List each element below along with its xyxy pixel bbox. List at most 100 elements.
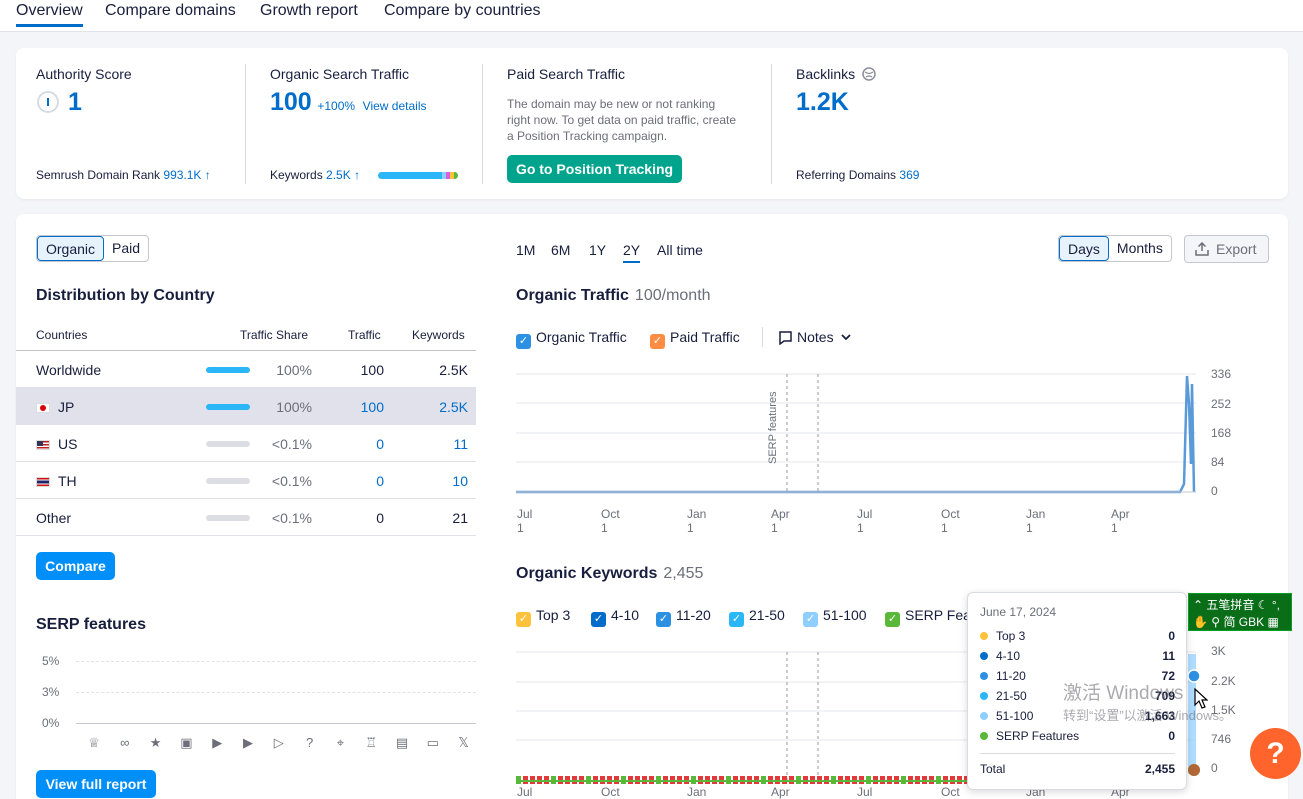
faq-icon[interactable]: ?: [302, 735, 318, 750]
range-6m[interactable]: 6M: [551, 242, 570, 258]
notes-dropdown[interactable]: Notes: [778, 329, 852, 346]
col-countries: Countries: [36, 328, 88, 342]
video-icon[interactable]: ▶: [240, 735, 256, 751]
referring-domains-value[interactable]: 369: [899, 168, 919, 182]
divider: [771, 64, 772, 184]
table-row[interactable]: US <0.1% 0 11: [16, 425, 476, 462]
export-label: Export: [1216, 241, 1257, 257]
legend-11-20[interactable]: ✓ 11-20: [656, 607, 711, 627]
x-axis-label: Oct 1: [941, 507, 960, 535]
col-traffic-share[interactable]: Traffic Share: [240, 328, 308, 342]
x-axis-label: Jul 1: [857, 507, 873, 535]
search-icon[interactable]: ⚲: [1211, 615, 1220, 629]
gridline: [76, 723, 476, 724]
ime-toolbar[interactable]: ⌃ 五笔拼音 ☾ °, ✋ ⚲ 简 GBK ▦: [1188, 593, 1292, 631]
traffic-value[interactable]: 100: [361, 399, 384, 415]
paid-traffic-block: Paid Search Traffic The domain may be ne…: [507, 48, 767, 199]
backlinks-value[interactable]: 1.2K: [796, 88, 849, 117]
legend-paid-traffic[interactable]: ✓ Paid Traffic: [650, 329, 740, 349]
top-nav: Overview Compare domains Growth report C…: [0, 0, 1303, 32]
backlinks-label: Backlinks: [796, 66, 876, 82]
table-row[interactable]: Other <0.1% 0 21: [16, 499, 476, 536]
keywords-value[interactable]: 2.5K: [326, 168, 351, 182]
tab-compare-by-countries[interactable]: Compare by countries: [384, 2, 541, 20]
traffic-value[interactable]: 0: [376, 473, 384, 489]
view-full-report-button[interactable]: View full report: [36, 770, 156, 798]
play-circle-icon[interactable]: ▷: [271, 735, 287, 751]
hand-icon[interactable]: ✋: [1193, 615, 1208, 629]
country-name[interactable]: US: [36, 436, 77, 452]
col-traffic[interactable]: Traffic: [348, 328, 381, 342]
export-button[interactable]: Export: [1184, 235, 1269, 263]
x-icon[interactable]: 𝕏: [456, 735, 472, 751]
range-all-time[interactable]: All time: [657, 242, 703, 258]
organic-traffic-value[interactable]: 100: [270, 88, 312, 116]
location-icon[interactable]: ⌖: [332, 735, 348, 751]
country-name[interactable]: JP: [36, 399, 74, 415]
legend-top3[interactable]: ✓ Top 3: [516, 607, 570, 627]
authority-score-gauge-icon: [37, 91, 59, 113]
tooltip-row: SERP Features 0: [980, 729, 1175, 743]
hover-point: [1188, 764, 1200, 776]
range-2y[interactable]: 2Y: [623, 242, 641, 263]
col-keywords[interactable]: Keywords: [412, 328, 465, 342]
tab-compare-domains[interactable]: Compare domains: [105, 2, 236, 20]
graduation-cap-icon[interactable]: ♖: [363, 735, 379, 751]
table-row[interactable]: Worldwide 100% 100 2.5K: [16, 351, 476, 388]
help-button[interactable]: ?: [1250, 728, 1301, 779]
chevron-down-icon: [841, 334, 852, 341]
legend-organic-traffic[interactable]: ✓ Organic Traffic: [516, 329, 627, 349]
go-to-position-tracking-button[interactable]: Go to Position Tracking: [507, 155, 682, 183]
moon-icon[interactable]: ☾: [1258, 598, 1269, 612]
country-name[interactable]: TH: [36, 473, 77, 489]
legend-dot-icon: [980, 672, 988, 680]
expand-icon[interactable]: ⌃: [1193, 598, 1203, 612]
keywords-value[interactable]: 2.5K: [439, 399, 468, 415]
organic-keywords-chart-subtitle: 2,455: [663, 565, 704, 582]
globe-icon[interactable]: [862, 67, 876, 81]
authority-score-value[interactable]: 1: [68, 88, 82, 117]
traffic-share: 100%: [276, 362, 312, 378]
tab-overview[interactable]: Overview: [16, 2, 83, 27]
punctuation-icon[interactable]: °,: [1272, 598, 1280, 612]
x-axis-label: Jul 1: [857, 785, 873, 799]
toggle-days[interactable]: Days: [1059, 236, 1109, 261]
legend-51-100[interactable]: ✓ 51-100: [803, 607, 867, 627]
tab-growth-report[interactable]: Growth report: [260, 2, 358, 20]
legend-dot-icon: [980, 652, 988, 660]
toggle-months[interactable]: Months: [1109, 236, 1171, 261]
range-1m[interactable]: 1M: [516, 242, 535, 258]
x-axis-label: Jul 1: [517, 507, 533, 535]
play-icon[interactable]: ▶: [209, 735, 225, 751]
serp-axis-label: 0%: [42, 716, 60, 730]
domain-rank-value[interactable]: 993.1K: [163, 168, 201, 182]
view-details-link[interactable]: View details: [363, 99, 427, 113]
keywords-label: Keywords: [270, 168, 323, 182]
crown-icon[interactable]: ♕: [86, 735, 102, 751]
table-row[interactable]: JP 100% 100 2.5K: [16, 388, 476, 425]
checkbox-icon: ✓: [516, 612, 531, 627]
legend-21-50[interactable]: ✓ 21-50: [729, 607, 785, 627]
traffic-share: <0.1%: [271, 436, 312, 452]
legend-4-10[interactable]: ✓ 4-10: [591, 607, 639, 627]
table-row[interactable]: TH <0.1% 0 10: [16, 462, 476, 499]
keywords-value[interactable]: 11: [453, 436, 468, 452]
organic-traffic-change: +100%: [317, 99, 356, 113]
document-icon[interactable]: ▤: [394, 735, 410, 751]
toggle-paid[interactable]: Paid: [104, 236, 148, 261]
keywords-value[interactable]: 10: [452, 473, 468, 489]
organic-traffic-label: Organic Search Traffic: [270, 66, 410, 82]
range-1y[interactable]: 1Y: [589, 242, 606, 258]
image-icon[interactable]: ▣: [178, 735, 194, 751]
star-icon[interactable]: ★: [148, 735, 164, 751]
organic-paid-toggle: Organic Paid: [36, 235, 150, 262]
link-icon[interactable]: ∞: [117, 735, 133, 750]
gridline: [76, 661, 476, 662]
legend-serp-features[interactable]: ✓ SERP Fea: [885, 607, 971, 627]
briefcase-icon[interactable]: ▭: [425, 735, 441, 751]
traffic-value[interactable]: 0: [376, 436, 384, 452]
compare-button[interactable]: Compare: [36, 552, 115, 580]
keyboard-icon[interactable]: ▦: [1267, 615, 1278, 629]
toggle-organic[interactable]: Organic: [37, 236, 105, 261]
organic-traffic-chart[interactable]: [516, 364, 1236, 524]
